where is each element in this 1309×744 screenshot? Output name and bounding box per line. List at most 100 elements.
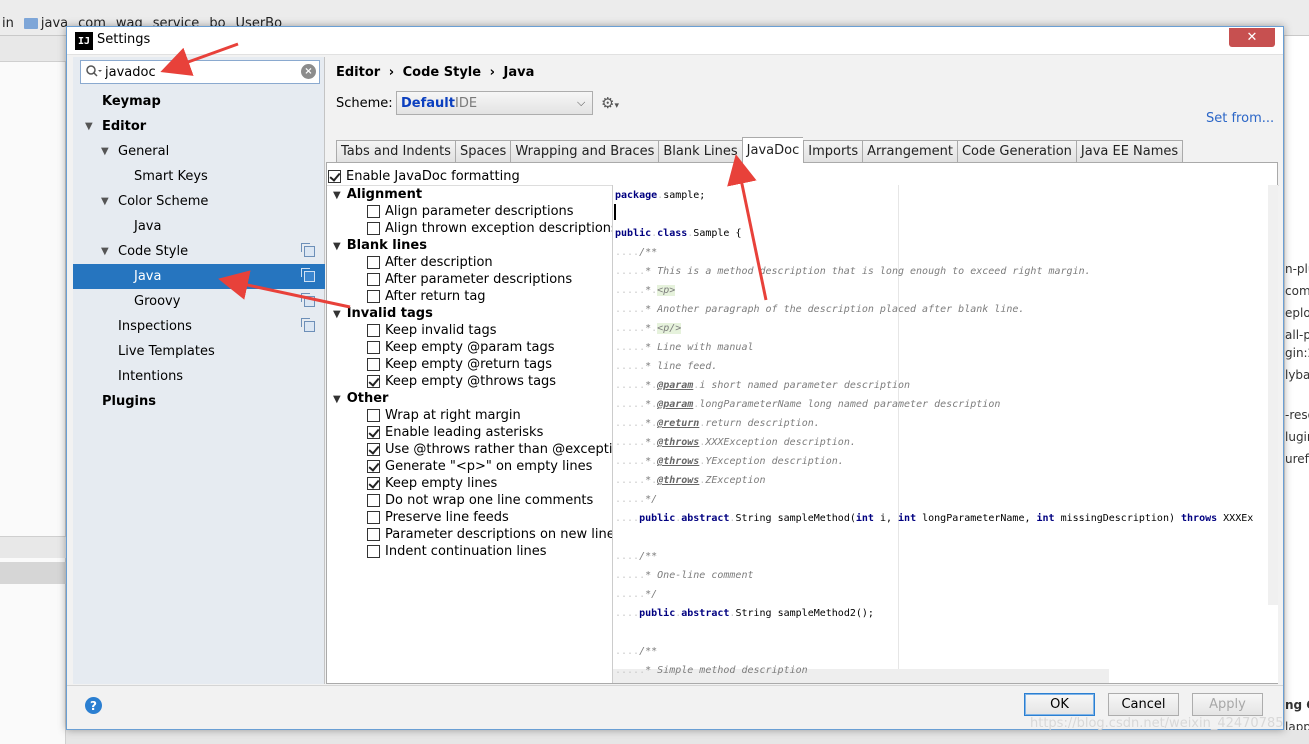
tab-spaces[interactable]: Spaces — [454, 140, 511, 163]
cancel-button[interactable]: Cancel — [1108, 693, 1179, 716]
section-blank-lines[interactable]: ▼ Blank lines — [333, 238, 427, 253]
option-use-throws[interactable]: Use @throws rather than @exception — [367, 442, 629, 457]
tab-blank-lines[interactable]: Blank Lines — [658, 140, 742, 163]
ok-button[interactable]: OK — [1024, 693, 1095, 716]
enable-javadoc-label: Enable JavaDoc formatting — [346, 169, 520, 184]
section-invalid-tags[interactable]: ▼ Invalid tags — [333, 306, 433, 321]
collapse-arrow-icon[interactable]: ▼ — [101, 239, 109, 264]
ide-crumb[interactable]: in — [2, 16, 14, 31]
checkbox[interactable] — [367, 205, 380, 218]
option-align-thrown-exceptions[interactable]: Align thrown exception descriptions — [367, 221, 618, 236]
sidebar-item-intentions[interactable]: Intentions — [73, 364, 325, 389]
settings-breadcrumb: Editor › Code Style › Java — [336, 65, 538, 80]
option-keep-empty-throws[interactable]: Keep empty @throws tags — [367, 374, 556, 389]
option-leading-asterisks[interactable]: Enable leading asterisks — [367, 425, 543, 440]
checkbox[interactable] — [367, 494, 380, 507]
tab-java-ee-names[interactable]: Java EE Names — [1075, 140, 1184, 163]
apply-button[interactable]: Apply — [1192, 693, 1263, 716]
javadoc-options: ▼ Alignment Align parameter descriptions … — [327, 187, 629, 683]
tab-tabs-and-indents[interactable]: Tabs and Indents — [336, 140, 455, 163]
sidebar-item-inspections[interactable]: Inspections — [73, 314, 325, 339]
checkbox[interactable] — [367, 358, 380, 371]
checkbox[interactable] — [367, 256, 380, 269]
tab-imports[interactable]: Imports — [803, 140, 863, 163]
text-caret — [614, 204, 616, 220]
code-line: ....public.abstract.String sampleMethod2… — [615, 608, 874, 619]
gear-icon[interactable]: ⚙▾ — [601, 94, 619, 112]
option-align-param-descriptions[interactable]: Align parameter descriptions — [367, 204, 574, 219]
code-line: .....*.@throws.XXXException description. — [615, 437, 856, 448]
collapse-arrow-icon[interactable]: ▼ — [85, 114, 93, 139]
checkbox[interactable] — [367, 222, 380, 235]
set-from-link[interactable]: Set from... — [1206, 111, 1274, 126]
scheme-suffix: IDE — [455, 96, 478, 111]
option-after-description[interactable]: After description — [367, 255, 493, 270]
checkbox[interactable] — [367, 443, 380, 456]
settings-search-box[interactable]: × — [80, 60, 320, 84]
close-button[interactable]: ✕ — [1229, 28, 1275, 47]
checkbox[interactable] — [367, 511, 380, 524]
checkbox[interactable] — [367, 341, 380, 354]
collapse-arrow-icon[interactable]: ▼ — [101, 189, 109, 214]
option-keep-empty-param[interactable]: Keep empty @param tags — [367, 340, 555, 355]
ide-project-panel — [0, 36, 66, 744]
sidebar-item-keymap[interactable]: Keymap — [73, 89, 325, 114]
checkbox[interactable] — [367, 545, 380, 558]
tab-code-generation[interactable]: Code Generation — [956, 140, 1076, 163]
checkbox[interactable] — [367, 273, 380, 286]
scheme-dropdown[interactable]: Default IDE ⌵ — [396, 91, 593, 115]
option-after-return-tag[interactable]: After return tag — [367, 289, 486, 304]
checkbox[interactable] — [367, 409, 380, 422]
tab-arrangement[interactable]: Arrangement — [862, 140, 957, 163]
sidebar-item-general[interactable]: ▼ General — [73, 139, 325, 164]
sidebar-item-plugins[interactable]: Plugins — [73, 389, 325, 414]
option-keep-invalid-tags[interactable]: Keep invalid tags — [367, 323, 496, 338]
checkbox[interactable] — [367, 290, 380, 303]
option-generate-p[interactable]: Generate "<p>" on empty lines — [367, 459, 592, 474]
code-line: .....*.@param.i short named parameter de… — [615, 380, 911, 391]
clear-search-icon[interactable]: × — [301, 64, 316, 79]
tab-javadoc[interactable]: JavaDoc — [741, 137, 804, 163]
code-line: .....*/ — [615, 494, 658, 505]
dialog-titlebar[interactable]: IJ Settings ✕ — [67, 27, 1283, 55]
sidebar-item-groovy[interactable]: Groovy — [73, 289, 325, 314]
code-preview[interactable]: package.sample; public.class.Sample { ..… — [612, 185, 1278, 683]
help-icon[interactable]: ? — [85, 697, 102, 714]
checkbox[interactable] — [367, 528, 380, 541]
checkbox[interactable] — [367, 375, 380, 388]
preview-scrollbar[interactable] — [1268, 185, 1278, 605]
ide-crumb[interactable]: java — [23, 16, 68, 31]
checkbox[interactable] — [367, 426, 380, 439]
section-other[interactable]: ▼ Other — [333, 391, 388, 406]
option-no-wrap-one-line[interactable]: Do not wrap one line comments — [367, 493, 593, 508]
option-indent-continuation[interactable]: Indent continuation lines — [367, 544, 547, 559]
enable-javadoc-checkbox-row[interactable]: Enable JavaDoc formatting — [328, 169, 520, 184]
settings-search-input[interactable] — [105, 63, 295, 81]
collapse-arrow-icon[interactable]: ▼ — [333, 190, 341, 201]
code-line: .....*.@return.return description. — [615, 418, 820, 429]
collapse-arrow-icon[interactable]: ▼ — [333, 241, 341, 252]
checkbox[interactable] — [367, 460, 380, 473]
tab-wrapping-and-braces[interactable]: Wrapping and Braces — [510, 140, 659, 163]
sidebar-item-color-scheme[interactable]: ▼ Color Scheme — [73, 189, 325, 214]
sidebar-item-code-style[interactable]: ▼ Code Style — [73, 239, 325, 264]
sidebar-item-code-style-java[interactable]: Java — [73, 264, 325, 289]
option-wrap-right-margin[interactable]: Wrap at right margin — [367, 408, 521, 423]
option-preserve-line-feeds[interactable]: Preserve line feeds — [367, 510, 509, 525]
sidebar-item-live-templates[interactable]: Live Templates — [73, 339, 325, 364]
option-keep-empty-lines[interactable]: Keep empty lines — [367, 476, 497, 491]
sidebar-item-smart-keys[interactable]: Smart Keys — [73, 164, 325, 189]
enable-javadoc-checkbox[interactable] — [328, 170, 341, 183]
collapse-arrow-icon[interactable]: ▼ — [101, 139, 109, 164]
sidebar-item-editor[interactable]: ▼ Editor — [73, 114, 325, 139]
collapse-arrow-icon[interactable]: ▼ — [333, 309, 341, 320]
sidebar-item-color-scheme-java[interactable]: Java — [73, 214, 325, 239]
option-after-param-descriptions[interactable]: After parameter descriptions — [367, 272, 572, 287]
section-alignment[interactable]: ▼ Alignment — [333, 187, 422, 202]
collapse-arrow-icon[interactable]: ▼ — [333, 394, 341, 405]
checkbox[interactable] — [367, 477, 380, 490]
breadcrumb-code-style: Code Style — [402, 65, 482, 80]
option-keep-empty-return[interactable]: Keep empty @return tags — [367, 357, 552, 372]
checkbox[interactable] — [367, 324, 380, 337]
option-param-desc-new-line[interactable]: Parameter descriptions on new line — [367, 527, 615, 542]
